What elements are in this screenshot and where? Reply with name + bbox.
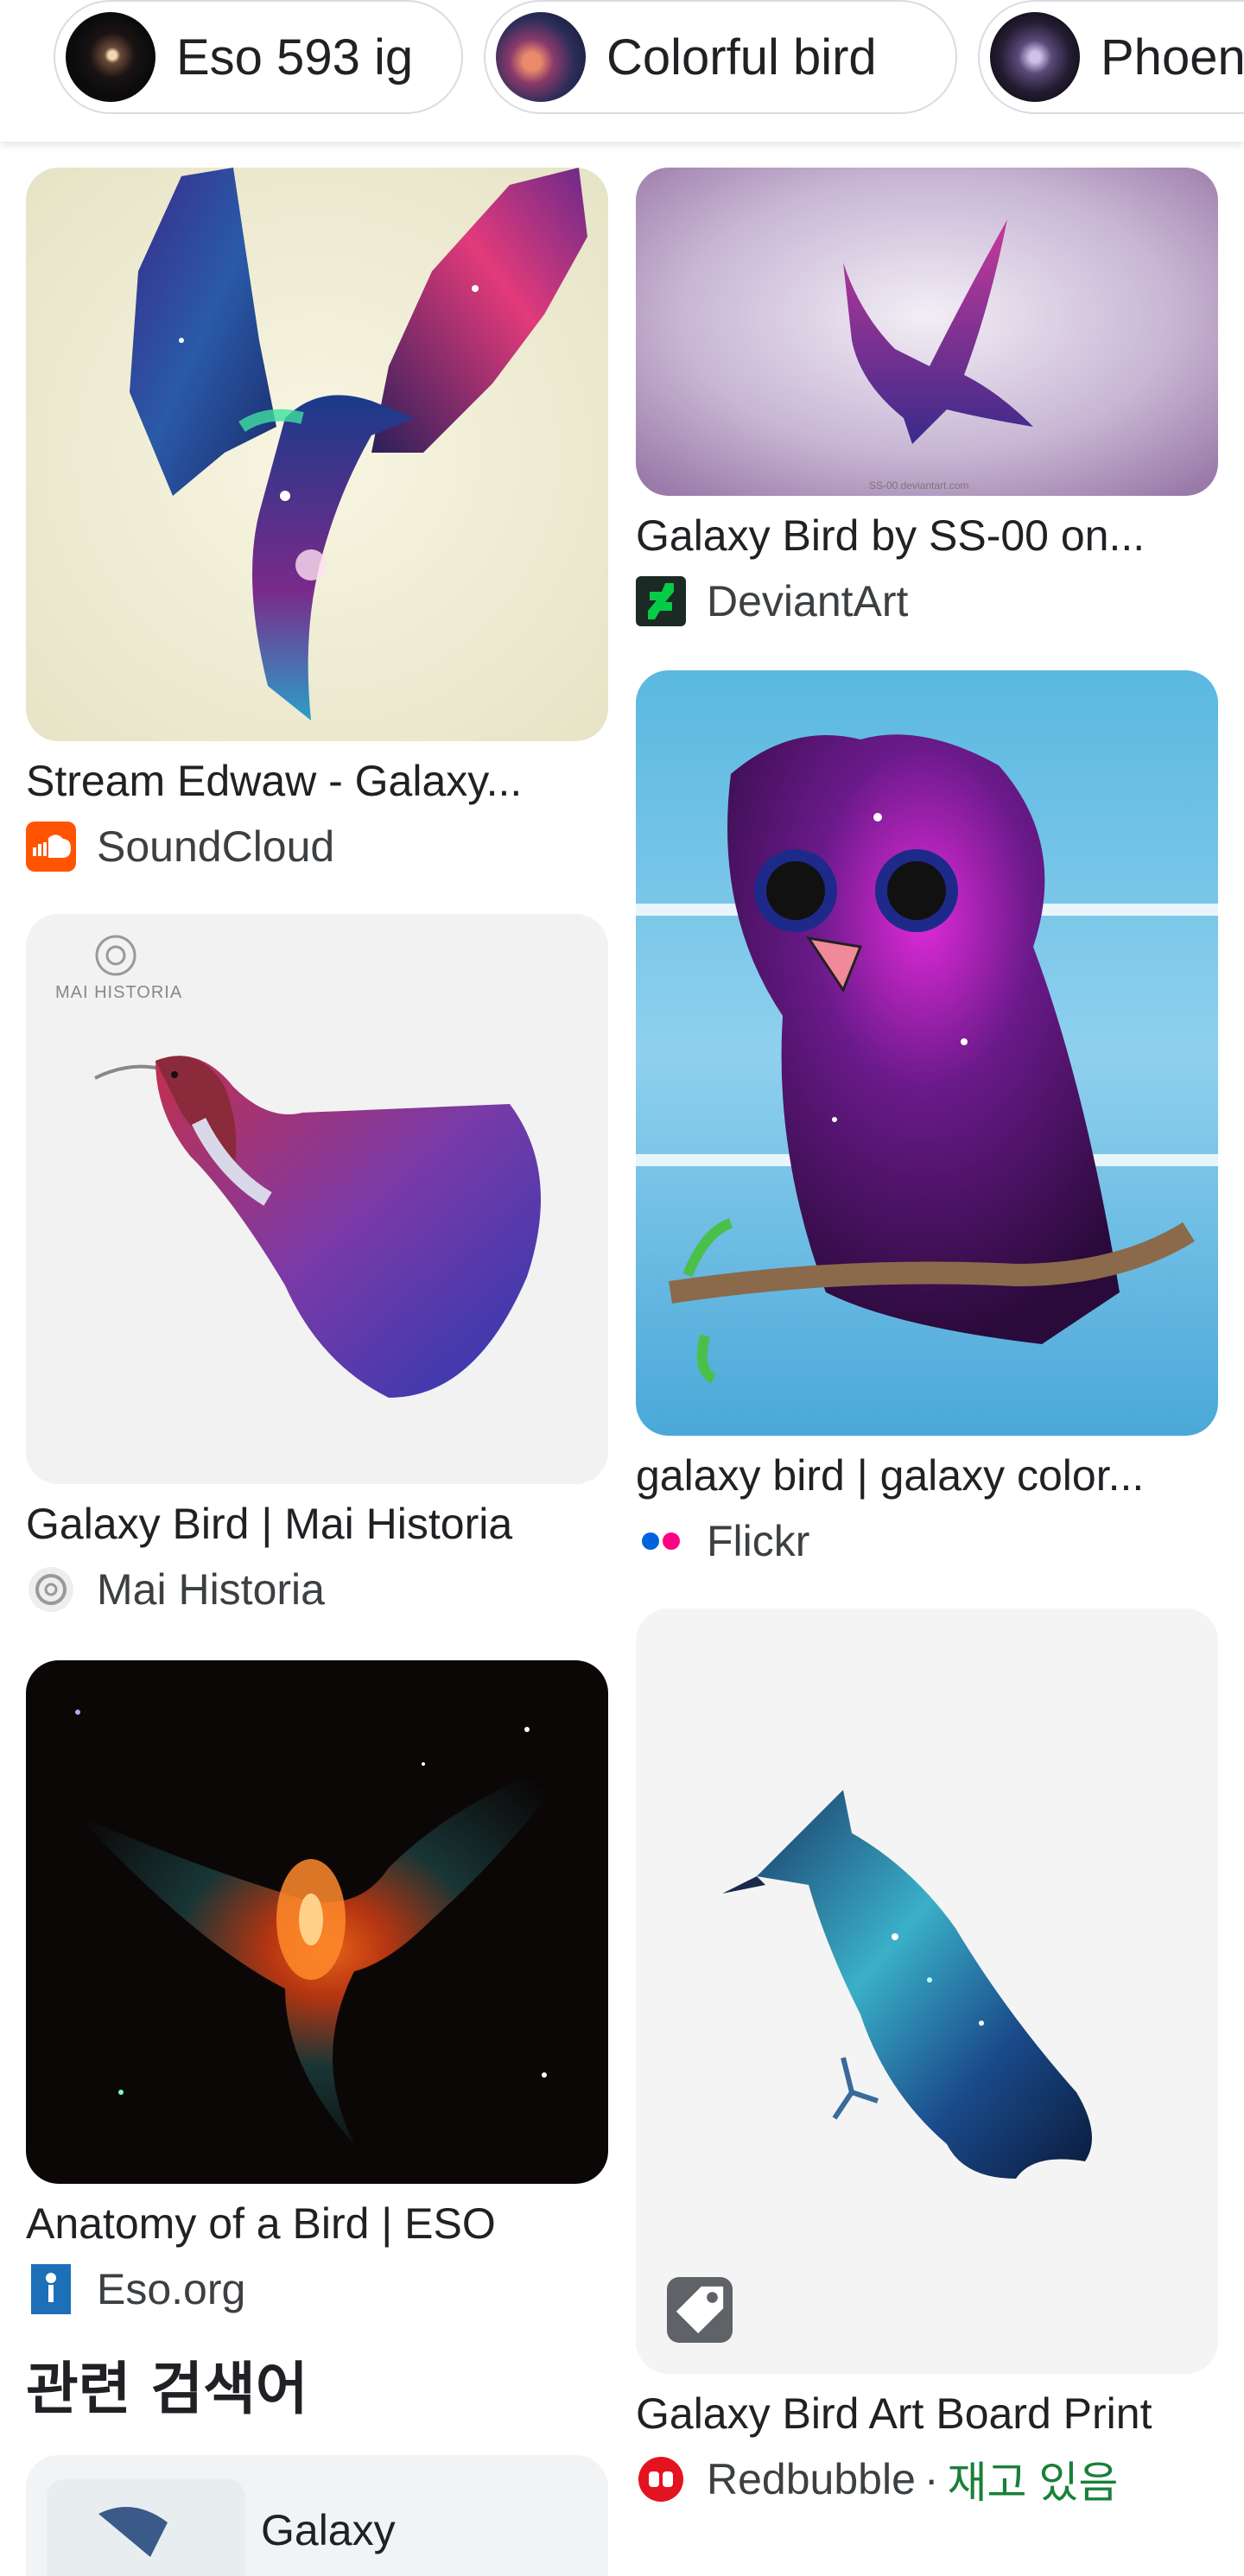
phoenix-thumbnail — [990, 12, 1080, 102]
result-source[interactable]: Redbubble · 재고 있음 — [636, 2452, 1218, 2507]
flickr-icon — [636, 1516, 686, 1566]
result-title[interactable]: Galaxy Bird | Mai Historia — [26, 1496, 608, 1551]
related-chips-bar: Eso 593 ig Colorful bird Phoen — [0, 0, 1244, 142]
result-title[interactable]: Stream Edwaw - Galaxy... — [26, 753, 608, 809]
eso-icon — [26, 2264, 76, 2314]
result-card-redbubble[interactable]: Galaxy Bird Art Board Print Redbubble · … — [636, 1608, 1218, 2507]
source-name: Eso.org — [97, 2265, 246, 2313]
galaxy-owl-cartoon-image[interactable] — [636, 670, 1218, 1436]
soundcloud-icon — [26, 822, 76, 872]
chip-phoenix[interactable]: Phoen — [978, 0, 1244, 114]
source-name: Flickr — [707, 1517, 810, 1565]
feathered-bird-image[interactable]: MAI HISTORIA — [26, 914, 608, 1484]
mai-historia-icon — [26, 1564, 76, 1615]
eso-593-nebula-thumbnail — [66, 12, 156, 102]
mai-historia-watermark: MAI HISTORIA — [55, 983, 183, 1002]
redbubble-icon — [636, 2454, 686, 2504]
deviantart-icon — [636, 576, 686, 626]
related-search-thumbnail — [47, 2479, 245, 2576]
chip-label: Phoen — [1101, 29, 1244, 86]
result-title[interactable]: Galaxy Bird Art Board Print — [636, 2386, 1218, 2441]
related-searches-heading: 관련 검색어 — [26, 2356, 308, 2422]
in-stock-label: 재고 있음 — [947, 2459, 1119, 2507]
result-source[interactable]: SoundCloud — [26, 819, 608, 874]
source-separator: · — [923, 2455, 939, 2503]
related-search-galaxy[interactable]: Galaxy — [26, 2455, 608, 2576]
result-source[interactable]: Eso.org — [26, 2262, 608, 2317]
source-name: DeviantArt — [707, 577, 909, 625]
related-search-label: Galaxy — [261, 2506, 396, 2554]
result-title[interactable]: Galaxy Bird by SS-00 on... — [636, 508, 1218, 563]
galaxy-bird-silhouette-image[interactable]: SS-00.deviantart.com — [636, 168, 1218, 496]
chip-label: Colorful bird — [606, 29, 877, 86]
result-card-soundcloud[interactable]: Stream Edwaw - Galaxy... SoundCloud — [26, 168, 608, 874]
colorful-bird-thumbnail — [496, 12, 586, 102]
galaxy-bluejay-image[interactable] — [636, 1608, 1218, 2374]
chip-label: Eso 593 ig — [176, 29, 414, 86]
source-name: SoundCloud — [97, 822, 335, 871]
result-source[interactable]: Flickr — [636, 1513, 1218, 1569]
price-tag-icon — [667, 2277, 733, 2343]
result-card-eso[interactable]: Anatomy of a Bird | ESO Eso.org — [26, 1660, 608, 2317]
result-source[interactable]: DeviantArt — [636, 574, 1218, 629]
chip-colorful-bird[interactable]: Colorful bird — [484, 0, 957, 114]
chip-eso-593[interactable]: Eso 593 ig — [54, 0, 463, 114]
galaxy-hummingbird-image[interactable] — [26, 168, 608, 741]
result-card-mai-historia[interactable]: MAI HISTORIA Galaxy Bird | Mai Historia … — [26, 914, 608, 1617]
source-name: Redbubble — [707, 2455, 916, 2503]
source-name: Mai Historia — [97, 1565, 325, 1614]
result-title[interactable]: Anatomy of a Bird | ESO — [26, 2196, 608, 2251]
result-source[interactable]: Mai Historia — [26, 1562, 608, 1617]
nebula-bird-image[interactable] — [26, 1660, 608, 2184]
result-title[interactable]: galaxy bird | galaxy color... — [636, 1448, 1218, 1503]
svg-text:SS-00.deviantart.com: SS-00.deviantart.com — [869, 479, 968, 492]
result-card-flickr[interactable]: galaxy bird | galaxy color... Flickr — [636, 670, 1218, 1569]
result-card-deviantart[interactable]: SS-00.deviantart.com Galaxy Bird by SS-0… — [636, 168, 1218, 629]
